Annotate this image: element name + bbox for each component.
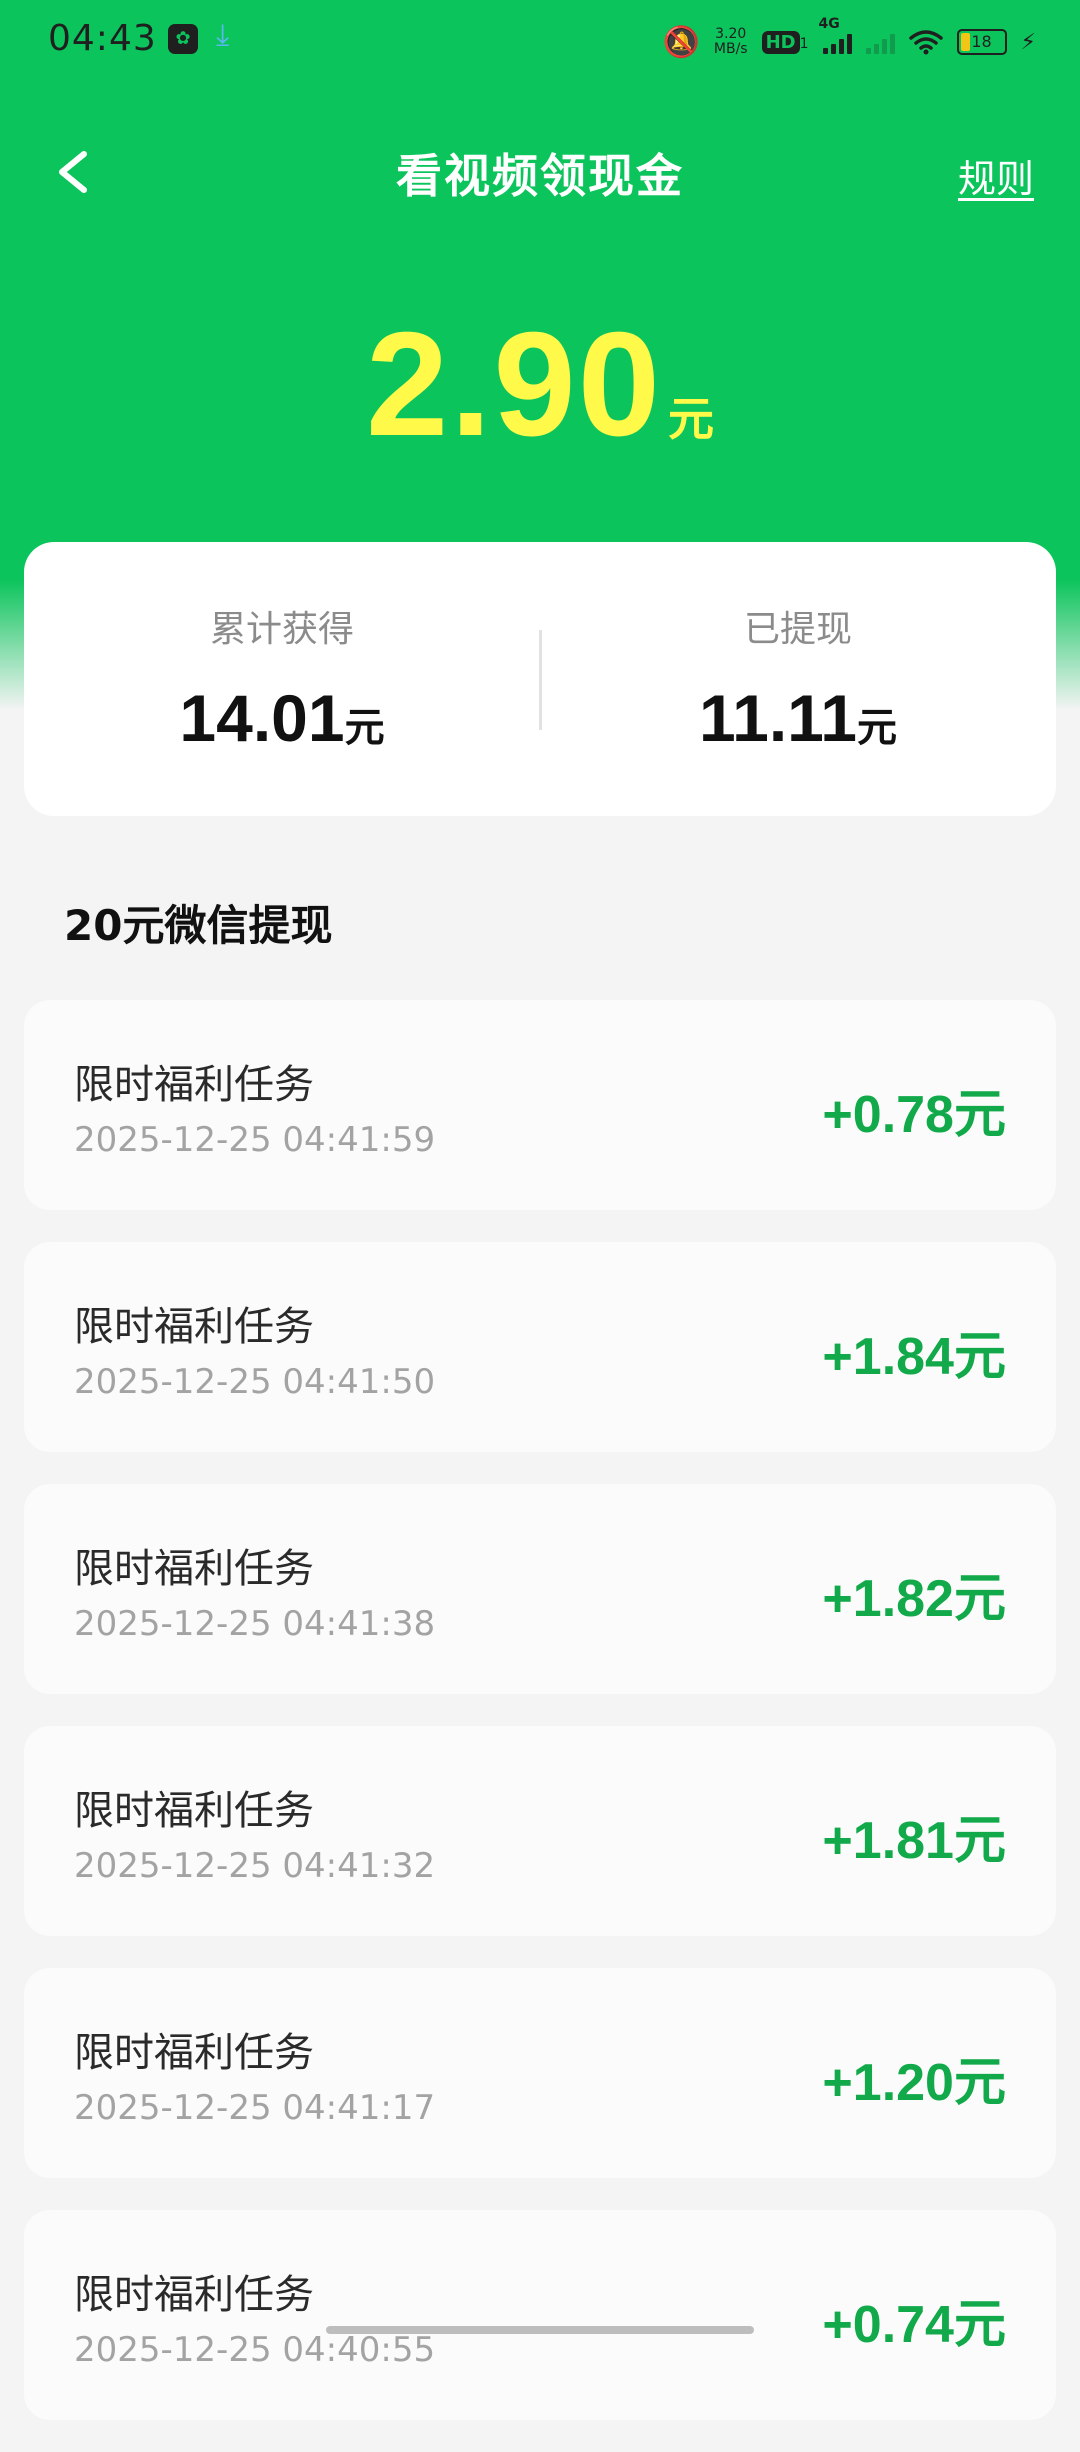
record-amount: +0.74元 (822, 2282, 1006, 2357)
list-item: 限时福利任务 2025-12-25 04:40:55 +0.74元 (24, 2210, 1056, 2420)
total-earned-column: 累计获得 14.01元 (24, 542, 540, 816)
list-item: 限时福利任务 2025-12-25 04:41:50 +1.84元 (24, 1242, 1056, 1452)
record-time: 2025-12-25 04:41:59 (74, 1120, 436, 1160)
list-item: 限时福利任务 2025-12-25 04:41:17 +1.20元 (24, 1968, 1056, 2178)
total-earned-label: 累计获得 (209, 609, 354, 650)
record-amount-value: +1.82 (822, 1570, 954, 1628)
record-title: 限时福利任务 (74, 1788, 314, 1834)
withdrawn-column: 已提现 11.11元 (540, 542, 1056, 816)
rules-link[interactable]: 规则 (958, 148, 1034, 203)
record-amount: +1.82元 (822, 1556, 1006, 1631)
withdrawn-unit: 元 (856, 706, 897, 750)
record-amount-unit: 元 (953, 1085, 1006, 1145)
record-time: 2025-12-25 04:41:38 (74, 1604, 436, 1644)
list-item: 限时福利任务 2025-12-25 04:41:59 +0.78元 (24, 1000, 1056, 1210)
withdrawn-value: 11.11元 (540, 680, 1056, 756)
record-amount-unit: 元 (953, 1327, 1006, 1387)
record-time: 2025-12-25 04:41:50 (74, 1362, 436, 1402)
record-title: 限时福利任务 (74, 2272, 314, 2318)
balance-amount: 2.90 (365, 302, 663, 467)
network-speed-unit: MB/s (713, 41, 748, 57)
secondary-signal-icon (865, 30, 895, 54)
hd-label: HD (761, 30, 800, 54)
record-amount-unit: 元 (953, 1569, 1006, 1629)
record-time: 2025-12-25 04:41:32 (74, 1846, 436, 1886)
app-icon: ✿ (168, 24, 198, 54)
status-time: 04:43 (48, 18, 157, 59)
battery-level: 18 (971, 32, 992, 51)
withdrawn-amount: 11.11 (699, 681, 857, 755)
record-amount-unit: 元 (953, 2295, 1006, 2355)
record-amount: +1.84元 (822, 1314, 1006, 1389)
wifi-icon (908, 30, 943, 55)
record-amount: +1.20元 (822, 2040, 1006, 2115)
section-title: 20元微信提现 (64, 901, 333, 950)
record-amount-unit: 元 (953, 1811, 1006, 1871)
hd-sub: 1 (799, 35, 809, 52)
record-list[interactable]: 限时福利任务 2025-12-25 04:41:59 +0.78元 限时福利任务… (24, 1000, 1056, 2452)
record-amount-unit: 元 (953, 2053, 1006, 2113)
network-speed-value: 3.20 (715, 26, 747, 42)
list-item: 限时福利任务 2025-12-25 04:41:38 +1.82元 (24, 1484, 1056, 1694)
record-amount-value: +1.20 (822, 2054, 954, 2112)
record-time: 2025-12-25 04:41:17 (74, 2088, 436, 2128)
record-amount-value: +0.74 (822, 2296, 954, 2354)
withdrawn-label: 已提现 (743, 609, 852, 650)
total-earned-value: 14.01元 (24, 680, 540, 756)
battery-icon: 18 (956, 29, 1007, 55)
record-title: 限时福利任务 (74, 2030, 314, 2076)
record-time: 2025-12-25 04:40:55 (74, 2330, 436, 2370)
status-icons: 🔕 3.20 MB/s HD 1 4G 18 ⚡ (662, 16, 1036, 62)
download-icon: ⤓ (216, 18, 230, 53)
total-earned-unit: 元 (344, 706, 385, 750)
record-amount-value: +0.78 (822, 1086, 954, 1144)
status-bar: 04:43 ✿ ⤓ 🔕 3.20 MB/s HD 1 4G 18 ⚡ (0, 0, 1080, 80)
record-title: 限时福利任务 (74, 1062, 314, 1108)
charging-bolt-icon: ⚡ (1020, 29, 1036, 55)
summary-card: 累计获得 14.01元 已提现 11.11元 (24, 542, 1056, 816)
home-indicator[interactable] (326, 2326, 754, 2334)
record-amount-value: +1.84 (822, 1328, 954, 1386)
hd-icon: HD 1 (761, 30, 809, 54)
cellular-signal-icon: 4G (819, 16, 852, 54)
balance-display: 2.90 元 (0, 300, 1080, 470)
record-amount: +1.81元 (822, 1798, 1006, 1873)
mute-icon: 🔕 (662, 24, 700, 60)
record-amount: +0.78元 (822, 1072, 1006, 1147)
record-title: 限时福利任务 (74, 1546, 314, 1592)
network-type: 4G (818, 16, 840, 32)
page-title: 看视频领现金 (396, 149, 684, 203)
balance-unit: 元 (668, 393, 715, 445)
list-item: 限时福利任务 2025-12-25 04:41:32 +1.81元 (24, 1726, 1056, 1936)
network-speed: 3.20 MB/s (714, 27, 748, 57)
total-earned-amount: 14.01 (179, 681, 345, 755)
record-amount-value: +1.81 (822, 1812, 954, 1870)
record-title: 限时福利任务 (74, 1304, 314, 1350)
